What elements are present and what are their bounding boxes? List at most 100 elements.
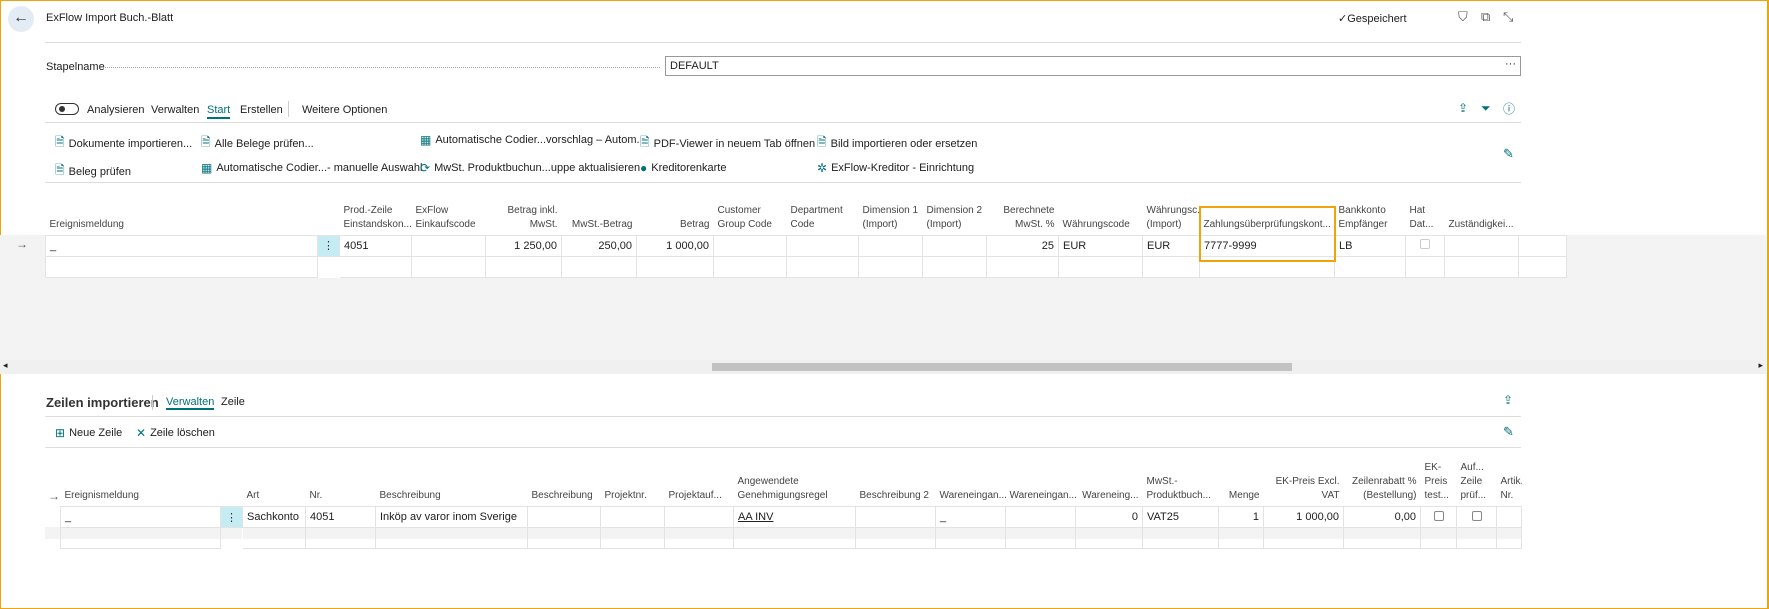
grid-cell[interactable]: _	[45, 234, 318, 257]
open-new-window-icon[interactable]: ⧉	[1481, 9, 1490, 25]
empty-cell[interactable]	[986, 255, 1059, 278]
tab-start[interactable]: Start	[207, 104, 231, 119]
column-header[interactable]: Betrag inkl. MwSt.	[486, 195, 562, 235]
grid-cell[interactable]: 1 000,00	[636, 234, 714, 257]
empty-cell[interactable]	[600, 527, 665, 549]
bookmark-icon[interactable]: ⛉	[1458, 9, 1468, 25]
empty-cell[interactable]	[339, 255, 412, 278]
empty-cell[interactable]	[1444, 255, 1519, 278]
grid-cell[interactable]	[1405, 234, 1445, 257]
column-header[interactable]: Währungsc... (Import)	[1143, 195, 1200, 235]
empty-cell[interactable]	[636, 255, 714, 278]
column-header[interactable]: Hat Dat...	[1406, 195, 1445, 235]
column-header[interactable]: Projektnr.	[601, 458, 665, 507]
grid-cell[interactable]: 4051	[305, 506, 376, 528]
empty-cell[interactable]	[935, 527, 1006, 549]
update-vat-group-action[interactable]: ⟳ MwSt. Produktbuchun...uppe aktualisiere…	[420, 161, 640, 175]
checkbox[interactable]	[1420, 239, 1430, 249]
column-header[interactable]: Zeilenrabatt % (Bestellung)	[1344, 458, 1421, 507]
empty-cell[interactable]	[485, 255, 562, 278]
empty-cell[interactable]	[220, 527, 243, 549]
empty-cell[interactable]	[922, 255, 987, 278]
column-header[interactable]	[318, 195, 340, 235]
empty-cell[interactable]	[664, 527, 734, 549]
grid-cell[interactable]: AA INV	[733, 506, 856, 528]
empty-cell[interactable]	[45, 255, 318, 278]
row-actions-button[interactable]: ⋮	[317, 234, 340, 257]
empty-cell[interactable]	[1334, 255, 1406, 278]
column-header[interactable]: Zuständigkei...	[1445, 195, 1519, 235]
grid-cell[interactable]	[600, 506, 665, 528]
column-header[interactable]: Wareneing...	[1076, 458, 1143, 507]
new-line-action[interactable]: ⊞ Neue Zeile	[55, 426, 122, 440]
grid-cell[interactable]	[1496, 506, 1522, 528]
grid-cell[interactable]	[1444, 234, 1519, 257]
column-header[interactable]: Prod.-Zeile Einstandskon...	[340, 195, 412, 235]
column-header[interactable]	[1519, 195, 1567, 235]
column-header[interactable]: Ereignismeldung	[46, 195, 318, 235]
horizontal-scrollbar[interactable]: ◂ ▸	[0, 360, 1766, 374]
column-header[interactable]: Department Code	[787, 195, 859, 235]
grid-cell[interactable]: EUR	[1058, 234, 1143, 257]
column-header[interactable]: Customer Group Code	[714, 195, 787, 235]
grid-cell[interactable]: 1 250,00	[485, 234, 562, 257]
grid-cell[interactable]: Inköp av varor inom Sverige	[375, 506, 528, 528]
column-header[interactable]: Beschreibung	[528, 458, 601, 507]
collapse-icon[interactable]: ⤡	[1503, 9, 1513, 25]
column-header[interactable]: Artik. Nr.	[1497, 458, 1522, 507]
column-header[interactable]: Art	[243, 458, 306, 507]
pin-icon[interactable]: ✎	[1503, 146, 1514, 162]
grid-cell[interactable]: 0,00	[1343, 506, 1421, 528]
grid-cell[interactable]: 0	[1075, 506, 1143, 528]
column-header[interactable]: Ereignismeldung	[61, 458, 221, 507]
analyze-toggle[interactable]	[55, 103, 79, 115]
empty-cell[interactable]	[1218, 527, 1264, 549]
column-header[interactable]: Projektauf...	[665, 458, 734, 507]
empty-cell[interactable]	[1456, 527, 1497, 549]
column-header[interactable]: Dimension 2 (Import)	[923, 195, 987, 235]
empty-cell[interactable]	[1405, 255, 1445, 278]
grid-cell[interactable]: 250,00	[561, 234, 637, 257]
column-header[interactable]	[221, 458, 243, 507]
grid-cell[interactable]: 4051	[339, 234, 412, 257]
empty-cell[interactable]	[317, 255, 340, 278]
column-header[interactable]: ExFlow Einkaufscode	[412, 195, 486, 235]
grid-cell[interactable]	[1456, 506, 1497, 528]
empty-cell[interactable]	[1263, 527, 1344, 549]
import-documents-action[interactable]: 🗎 Dokumente importieren...	[55, 133, 192, 154]
pdf-viewer-action[interactable]: 🗎 PDF-Viewer in neuem Tab öffnen	[640, 133, 815, 154]
empty-cell[interactable]	[375, 527, 528, 549]
empty-cell[interactable]	[60, 527, 221, 549]
column-header[interactable]: Wareneingan...	[1006, 458, 1076, 507]
grid-cell[interactable]	[1005, 506, 1076, 528]
column-header[interactable]: Angewendete Genehmigungsregel	[734, 458, 856, 507]
grid-cell[interactable]: 1 000,00	[1263, 506, 1344, 528]
exflow-vendor-setup-action[interactable]: ✲ ExFlow-Kreditor - Einrichtung	[817, 161, 974, 175]
column-header[interactable]: MwSt.-Betrag	[562, 195, 637, 235]
empty-cell[interactable]	[1142, 527, 1219, 549]
batch-name-input[interactable]: DEFAULT ···	[665, 56, 1521, 76]
empty-cell[interactable]	[411, 255, 486, 278]
empty-cell[interactable]	[1496, 527, 1522, 549]
checkbox[interactable]	[1433, 510, 1444, 521]
column-header[interactable]: Betrag	[637, 195, 714, 235]
empty-cell[interactable]	[242, 527, 306, 549]
empty-cell[interactable]	[1058, 255, 1143, 278]
tab-verwalten[interactable]: Verwalten	[151, 104, 199, 116]
empty-cell[interactable]	[305, 527, 376, 549]
import-image-action[interactable]: 🗎 Bild importieren oder ersetzen	[817, 133, 977, 154]
empty-cell[interactable]	[1343, 527, 1421, 549]
column-header[interactable]: EK-Preis Excl. VAT	[1264, 458, 1344, 507]
auto-coding-auto-action[interactable]: ▦ Automatische Codier...vorschlag – Autom…	[420, 133, 640, 147]
empty-cell[interactable]	[858, 255, 923, 278]
grid-cell[interactable]: 1	[1218, 506, 1264, 528]
check-document-action[interactable]: 🗎 Beleg prüfen	[55, 161, 131, 182]
column-header[interactable]: EK-Preis test...	[1421, 458, 1457, 507]
column-header[interactable]: Menge	[1219, 458, 1264, 507]
checkbox[interactable]	[1471, 510, 1482, 521]
grid-cell[interactable]: 25	[986, 234, 1059, 257]
column-header[interactable]: Berechnete MwSt. %	[987, 195, 1059, 235]
lines-tab-verwalten[interactable]: Verwalten	[166, 396, 215, 410]
column-header[interactable]: Beschreibung	[376, 458, 528, 507]
empty-cell[interactable]	[733, 527, 856, 549]
